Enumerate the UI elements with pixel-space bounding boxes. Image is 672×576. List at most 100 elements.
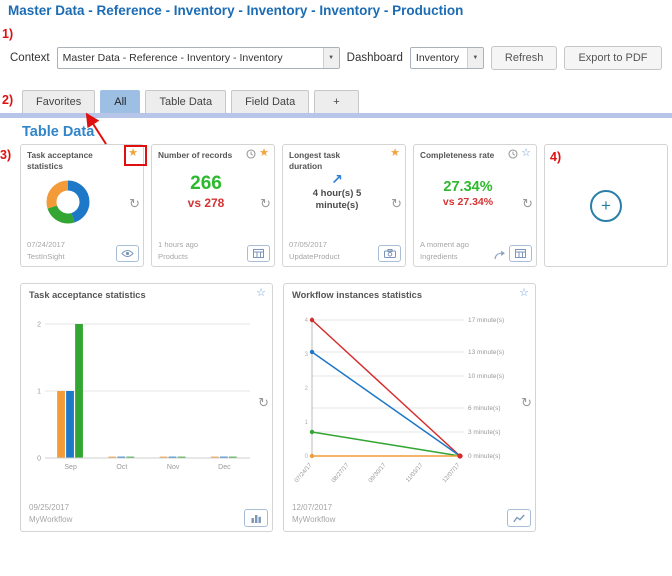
widget-ago: 1 hours ago bbox=[158, 239, 198, 250]
refresh-icon[interactable]: ↻ bbox=[258, 396, 269, 409]
favorite-star-icon[interactable]: ☆ bbox=[521, 148, 531, 159]
export-pdf-button[interactable]: Export to PDF bbox=[564, 46, 661, 70]
refresh-icon[interactable]: ↻ bbox=[391, 197, 402, 210]
svg-text:08/27/17: 08/27/17 bbox=[331, 462, 351, 484]
svg-text:Sep: Sep bbox=[64, 464, 77, 471]
refresh-icon[interactable]: ↻ bbox=[129, 197, 140, 210]
widget-value-block: ↗ 4 hour(s) 5 minute(s) bbox=[283, 171, 391, 213]
clock-icon bbox=[246, 149, 256, 159]
widget-longest-task-duration[interactable]: Longest task duration ★ ↗ 4 hour(s) 5 mi… bbox=[282, 144, 406, 267]
widget-value-block: 27.34% vs 27.34% bbox=[414, 179, 522, 208]
widget-title: Task acceptance statistics bbox=[27, 150, 113, 172]
svg-text:2: 2 bbox=[305, 386, 309, 392]
svg-text:1: 1 bbox=[37, 389, 41, 396]
widget-title: Longest task duration bbox=[289, 150, 375, 172]
widget-value: 27.34% bbox=[414, 179, 522, 195]
svg-text:10 minute(s): 10 minute(s) bbox=[468, 373, 504, 380]
widget-comparison: vs 278 bbox=[152, 196, 260, 210]
favorite-star-icon[interactable]: ☆ bbox=[519, 288, 529, 299]
table-icon[interactable] bbox=[247, 245, 270, 262]
svg-text:3 minute(s): 3 minute(s) bbox=[468, 429, 501, 436]
widget-title: Task acceptance statistics bbox=[29, 290, 264, 300]
bar-chart-icon[interactable] bbox=[244, 509, 268, 527]
tab-add[interactable]: + bbox=[314, 90, 358, 113]
favorite-star-icon[interactable]: ☆ bbox=[256, 288, 266, 299]
refresh-icon[interactable]: ↻ bbox=[260, 197, 271, 210]
widget-completeness-rate[interactable]: Completeness rate ☆ 27.34% vs 27.34% ↻ A… bbox=[413, 144, 537, 267]
svg-text:07/24/17: 07/24/17 bbox=[294, 462, 314, 484]
svg-text:12/07/17: 12/07/17 bbox=[442, 462, 462, 484]
share-icon[interactable] bbox=[494, 250, 506, 260]
widget-value: 266 bbox=[152, 173, 260, 195]
widget-source: Products bbox=[158, 251, 198, 262]
svg-text:Nov: Nov bbox=[167, 464, 180, 471]
annotation-highlight-box bbox=[124, 145, 147, 166]
widget-footer: 07/05/2017 UpdateProduct bbox=[289, 239, 340, 262]
annotation-4: 4) bbox=[550, 150, 561, 164]
annotation-1: 1) bbox=[2, 27, 13, 41]
widget-source: MyWorkflow bbox=[292, 514, 335, 526]
dashboard-page: Master Data - Reference - Inventory - In… bbox=[0, 0, 672, 576]
context-select-value: Master Data - Reference - Inventory - In… bbox=[63, 52, 319, 64]
widget-icons: ★ bbox=[390, 148, 400, 159]
refresh-icon[interactable]: ↻ bbox=[521, 396, 532, 409]
svg-text:1: 1 bbox=[305, 420, 309, 426]
widget-row-small: Task acceptance statistics ★ ↻ 07/24/201… bbox=[20, 144, 668, 267]
tab-bar: Favorites All Table Data Field Data + bbox=[22, 90, 359, 113]
widget-footer: 07/24/2017 TestInSight bbox=[27, 239, 65, 262]
widget-number-of-records[interactable]: Number of records ★ 266 vs 278 ↻ 1 hours… bbox=[151, 144, 275, 267]
refresh-icon[interactable]: ↻ bbox=[522, 197, 533, 210]
eye-icon[interactable] bbox=[116, 245, 139, 262]
widget-task-acceptance-chart[interactable]: Task acceptance statistics ☆ 012SepOctNo… bbox=[20, 283, 273, 532]
widget-source: UpdateProduct bbox=[289, 251, 340, 262]
svg-text:09/30/17: 09/30/17 bbox=[368, 462, 388, 484]
widget-ago: A moment ago bbox=[420, 239, 469, 250]
chevron-down-icon: ▼ bbox=[323, 48, 339, 68]
widget-workflow-instances-chart[interactable]: Workflow instances statistics ☆ 17 minut… bbox=[283, 283, 536, 532]
add-widget-area: + bbox=[545, 145, 667, 266]
table-icon[interactable] bbox=[509, 245, 532, 262]
widget-icons: ☆ bbox=[508, 148, 531, 159]
trend-up-icon: ↗ bbox=[283, 171, 391, 188]
widget-comparison: vs 27.34% bbox=[414, 196, 522, 208]
svg-text:0 minute(s): 0 minute(s) bbox=[468, 453, 501, 460]
widget-source: TestInSight bbox=[27, 251, 65, 262]
line-chart-icon[interactable] bbox=[507, 509, 531, 527]
add-widget-button[interactable]: + bbox=[590, 190, 622, 222]
widget-value: 4 hour(s) 5 minute(s) bbox=[304, 188, 370, 213]
context-bar: Context Master Data - Reference - Invent… bbox=[10, 46, 662, 70]
refresh-button[interactable]: Refresh bbox=[491, 46, 558, 70]
favorite-star-icon[interactable]: ★ bbox=[390, 148, 400, 159]
chevron-down-icon: ▼ bbox=[467, 48, 483, 68]
clock-icon bbox=[508, 149, 518, 159]
svg-text:17 minute(s): 17 minute(s) bbox=[468, 317, 504, 324]
widget-row-large: Task acceptance statistics ☆ 012SepOctNo… bbox=[20, 283, 536, 532]
camera-icon[interactable] bbox=[378, 245, 401, 262]
widget-date: 09/25/2017 bbox=[29, 502, 72, 514]
favorite-star-icon[interactable]: ★ bbox=[259, 148, 269, 159]
widget-date: 12/07/2017 bbox=[292, 502, 335, 514]
widget-title: Completeness rate bbox=[420, 150, 506, 161]
widget-source: MyWorkflow bbox=[29, 514, 72, 526]
annotation-arrow-icon bbox=[78, 108, 124, 148]
context-label: Context bbox=[10, 52, 50, 64]
widget-title: Number of records bbox=[158, 150, 244, 161]
donut-chart bbox=[41, 175, 95, 229]
context-select[interactable]: Master Data - Reference - Inventory - In… bbox=[57, 47, 340, 69]
dashboard-select[interactable]: Inventory ▼ bbox=[410, 47, 484, 69]
line-chart: 17 minute(s) 1 3 minute(s) 10 minute(s) 6 mi… bbox=[290, 310, 530, 512]
widget-icons: ★ bbox=[246, 148, 269, 159]
widget-add-new[interactable]: + bbox=[544, 144, 668, 267]
widget-source: Ingredients bbox=[420, 251, 469, 262]
svg-text:3: 3 bbox=[305, 352, 309, 358]
annotation-3: 3) bbox=[0, 148, 11, 162]
annotation-2: 2) bbox=[2, 93, 13, 107]
widget-value-block: 266 vs 278 bbox=[152, 173, 260, 210]
svg-text:6 minute(s): 6 minute(s) bbox=[468, 405, 501, 412]
svg-text:11/03/17: 11/03/17 bbox=[405, 462, 425, 484]
tab-field-data[interactable]: Field Data bbox=[231, 90, 309, 113]
widget-footer: 09/25/2017 MyWorkflow bbox=[29, 502, 72, 526]
widget-date: 07/24/2017 bbox=[27, 239, 65, 250]
svg-text:4: 4 bbox=[305, 318, 309, 324]
tab-table-data[interactable]: Table Data bbox=[145, 90, 226, 113]
